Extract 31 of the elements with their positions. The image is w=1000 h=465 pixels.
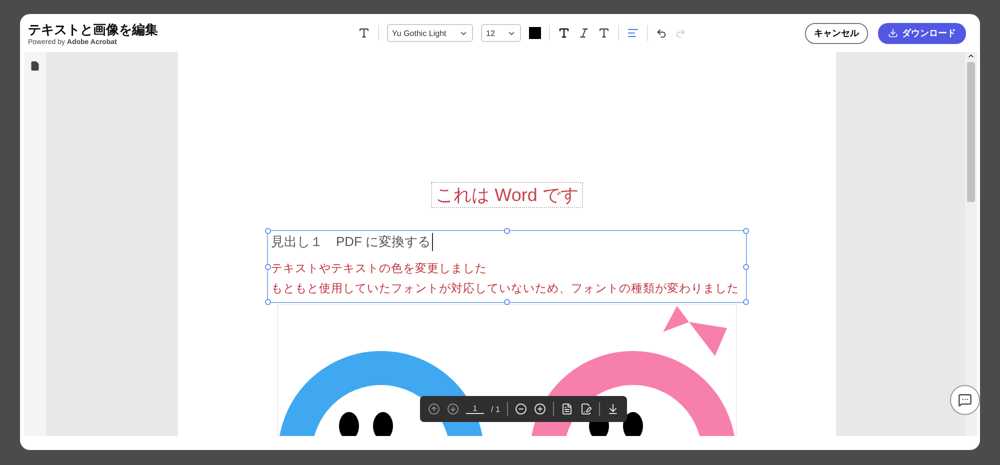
page-number-field[interactable]: 1 [466,404,484,414]
undo-icon[interactable] [656,28,667,38]
dialog-title: テキストと画像を編集 [28,20,159,38]
scroll-up-icon[interactable] [967,52,975,60]
download-icon [888,28,898,38]
download-button[interactable]: ダウンロード [878,22,966,44]
document-title[interactable]: これは Word です [430,182,584,208]
text-icon[interactable] [598,27,610,39]
document-edit-icon[interactable] [580,403,592,415]
zoom-in-icon[interactable] [534,403,546,415]
color-swatch[interactable] [529,27,541,39]
italic-icon[interactable] [578,27,590,39]
size-select[interactable]: 12 [481,24,521,42]
body-text: もともと使用していたフォントが対応していないため、フォントの種類が変わりました [271,281,740,297]
chat-icon [958,393,972,407]
bold-icon[interactable] [558,27,570,39]
font-select[interactable]: Yu Gothic Light [387,24,473,42]
next-page-icon[interactable] [447,403,459,415]
page-total: / 1 [491,404,500,414]
body-text: テキストやテキストの色を変更しました [271,261,488,277]
cancel-button[interactable]: キャンセル [805,22,868,44]
previous-page-icon[interactable] [428,403,440,415]
page-icon[interactable] [30,61,40,71]
scrollbar-thumb[interactable] [967,62,975,202]
document-icon[interactable] [560,403,573,415]
align-icon[interactable] [627,27,639,39]
heading-text: 見出し１ PDF に変換する [271,233,433,251]
insert-icon[interactable] [606,403,619,415]
zoom-out-icon[interactable] [514,403,527,415]
text-format-icon[interactable] [358,27,370,39]
text-edit-box[interactable]: 見出し１ PDF に変換する テキストやテキストの色を変更しました もともと使用していたフォントが対応していないため、フォントの種類が変わりました [267,230,747,303]
